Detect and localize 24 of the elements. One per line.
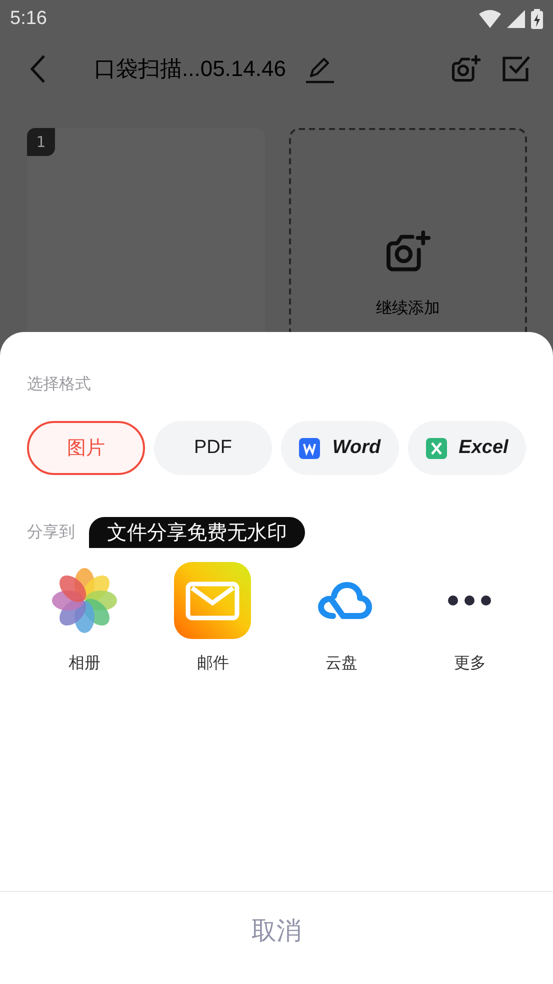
document-title: 口袋扫描...05.14.46 [94,55,286,83]
word-document-icon [299,438,320,458]
share-target-label: 邮件 [196,653,229,674]
share-target-label: 相册 [68,653,100,674]
envelope-icon[interactable] [174,562,252,639]
share-label: 分享到 [27,522,75,543]
status-time: 5:16 [10,8,47,30]
add-page-label: 继续添加 [376,298,440,319]
format-option[interactable]: Word [281,421,399,475]
format-option[interactable]: 图片 [27,421,145,475]
share-target-label: 云盘 [325,653,358,674]
format-option[interactable]: PDF [154,421,272,475]
signal-icon [507,10,525,28]
battery-icon [531,9,543,29]
wifi-icon [479,10,501,28]
format-label: 选择格式 [27,374,91,393]
cancel-button[interactable]: 取消 [242,910,312,950]
share-target-label: 更多 [454,653,486,674]
checkbox-icon[interactable] [501,54,531,84]
promo-tooltip: 文件分享免费无水印 [89,517,305,548]
format-option[interactable]: Excel [408,421,526,475]
back-icon[interactable] [30,54,46,84]
page-number: 1 [27,128,55,156]
spreadsheet-icon [426,438,447,458]
